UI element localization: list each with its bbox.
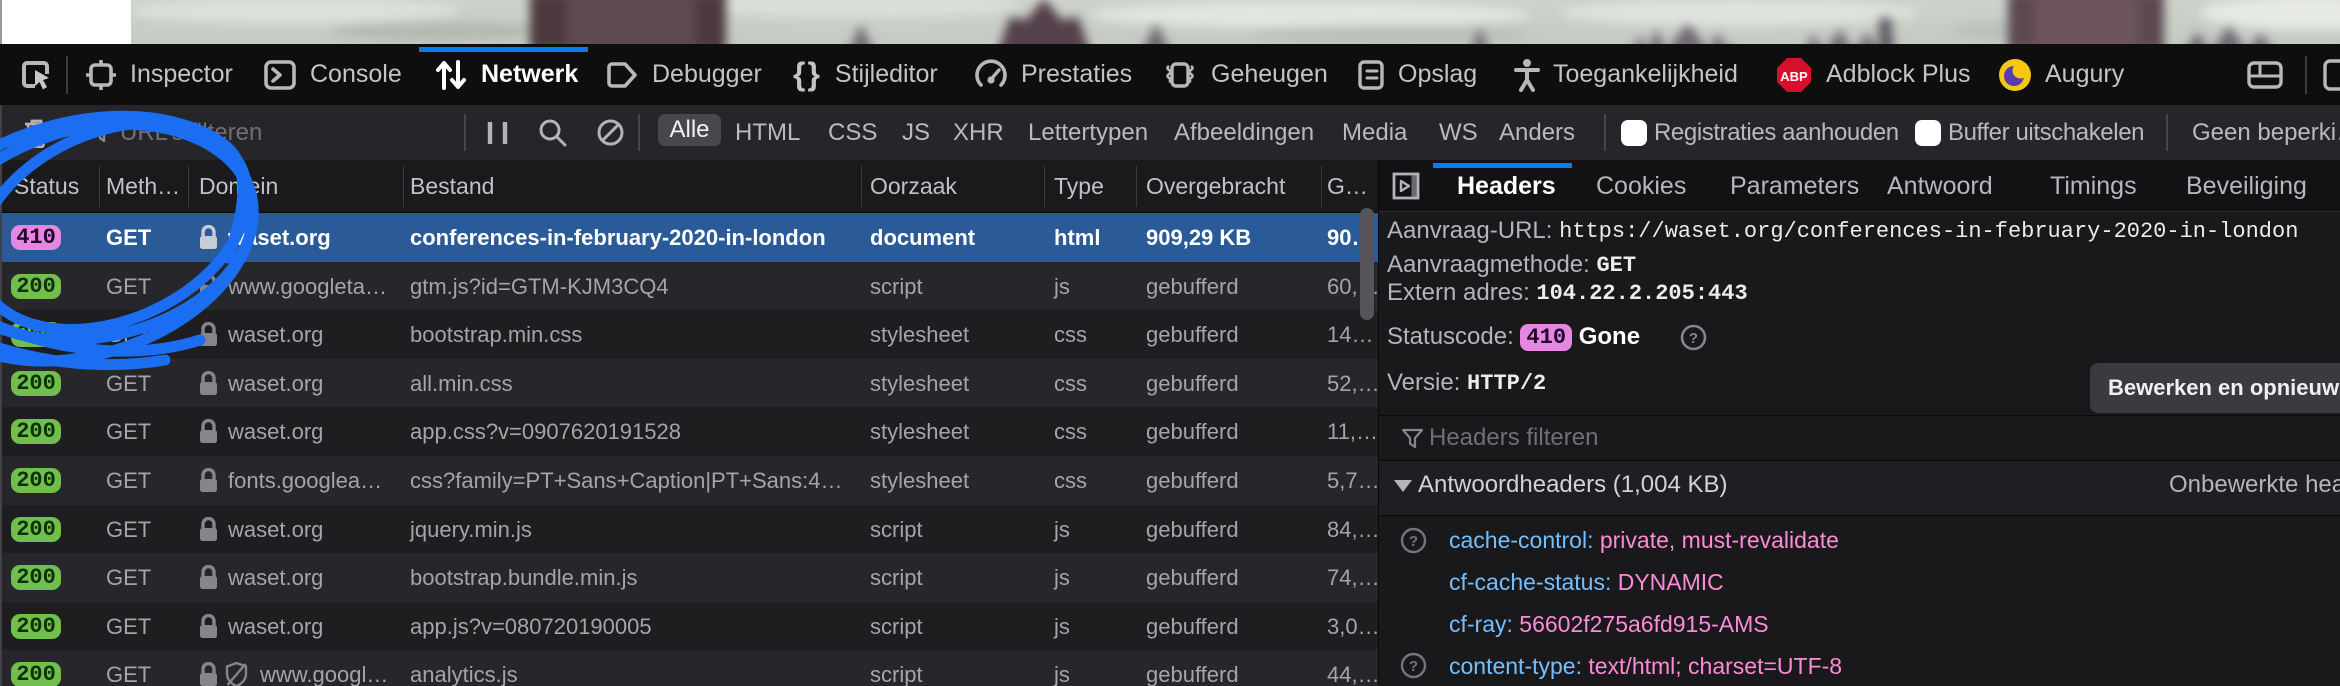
svg-text:?: ? (1409, 533, 1418, 550)
svg-text:?: ? (1689, 330, 1698, 347)
svg-text:?: ? (1409, 658, 1418, 675)
svg-text:ABP: ABP (1780, 69, 1808, 84)
